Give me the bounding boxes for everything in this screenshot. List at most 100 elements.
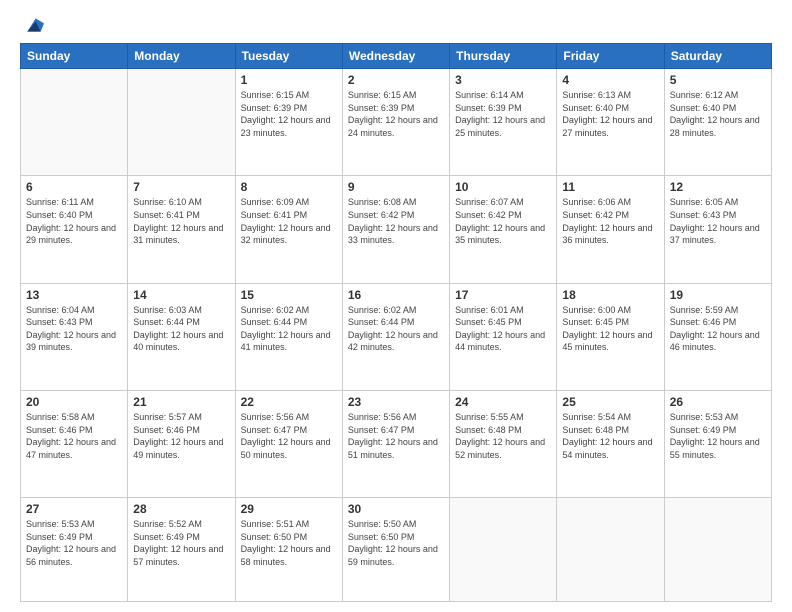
calendar-cell [557,498,664,602]
day-number: 13 [26,288,122,302]
day-info: Sunrise: 5:58 AMSunset: 6:46 PMDaylight:… [26,411,122,461]
day-number: 12 [670,180,766,194]
day-info: Sunrise: 5:56 AMSunset: 6:47 PMDaylight:… [348,411,444,461]
calendar-cell: 5 Sunrise: 6:12 AMSunset: 6:40 PMDaylight… [664,69,771,176]
calendar-cell: 24 Sunrise: 5:55 AMSunset: 6:48 PMDayligh… [450,390,557,497]
header [20,15,772,35]
logo-icon [24,15,44,35]
day-number: 23 [348,395,444,409]
calendar-week-1: 1Sunrise: 6:15 AMSunset: 6:39 PMDaylight… [21,69,772,176]
day-number: 28 [133,502,229,516]
calendar-header-row: SundayMondayTuesdayWednesdayThursdayFrid… [21,44,772,69]
day-info: Sunrise: 6:00 AMSunset: 6:45 PMDaylight:… [562,304,658,354]
calendar-week-2: 6 Sunrise: 6:11 AMSunset: 6:40 PMDaylight… [21,176,772,283]
day-info: Sunrise: 6:01 AMSunset: 6:45 PMDaylight:… [455,304,551,354]
day-info: Sunrise: 6:04 AMSunset: 6:43 PMDaylight:… [26,304,122,354]
calendar-week-5: 27 Sunrise: 5:53 AMSunset: 6:49 PMDayligh… [21,498,772,602]
page: SundayMondayTuesdayWednesdayThursdayFrid… [0,0,792,612]
day-number: 18 [562,288,658,302]
day-info: Sunrise: 6:15 AMSunset: 6:39 PMDaylight:… [348,89,444,139]
day-number: 21 [133,395,229,409]
day-info: Sunrise: 5:56 AMSunset: 6:47 PMDaylight:… [241,411,337,461]
calendar-cell: 15 Sunrise: 6:02 AMSunset: 6:44 PMDayligh… [235,283,342,390]
calendar-cell [128,69,235,176]
day-info: Sunrise: 5:50 AMSunset: 6:50 PMDaylight:… [348,518,444,568]
day-number: 20 [26,395,122,409]
day-info: Sunrise: 6:15 AMSunset: 6:39 PMDaylight:… [241,89,337,139]
day-number: 14 [133,288,229,302]
calendar-week-3: 13 Sunrise: 6:04 AMSunset: 6:43 PMDayligh… [21,283,772,390]
calendar-cell: 18 Sunrise: 6:00 AMSunset: 6:45 PMDayligh… [557,283,664,390]
day-number: 6 [26,180,122,194]
day-number: 22 [241,395,337,409]
calendar-cell [21,69,128,176]
calendar-cell: 21 Sunrise: 5:57 AMSunset: 6:46 PMDayligh… [128,390,235,497]
day-info: Sunrise: 6:02 AMSunset: 6:44 PMDaylight:… [241,304,337,354]
calendar-cell: 7 Sunrise: 6:10 AMSunset: 6:41 PMDaylight… [128,176,235,283]
day-info: Sunrise: 5:53 AMSunset: 6:49 PMDaylight:… [26,518,122,568]
calendar-cell: 25 Sunrise: 5:54 AMSunset: 6:48 PMDayligh… [557,390,664,497]
day-header-monday: Monday [128,44,235,69]
calendar-cell: 9 Sunrise: 6:08 AMSunset: 6:42 PMDaylight… [342,176,449,283]
day-header-sunday: Sunday [21,44,128,69]
day-number: 10 [455,180,551,194]
day-info: Sunrise: 6:13 AMSunset: 6:40 PMDaylight:… [562,89,658,139]
day-info: Sunrise: 6:11 AMSunset: 6:40 PMDaylight:… [26,196,122,246]
day-info: Sunrise: 5:52 AMSunset: 6:49 PMDaylight:… [133,518,229,568]
calendar-cell: 14 Sunrise: 6:03 AMSunset: 6:44 PMDayligh… [128,283,235,390]
calendar-cell: 10Sunrise: 6:07 AMSunset: 6:42 PMDayligh… [450,176,557,283]
day-number: 19 [670,288,766,302]
day-number: 30 [348,502,444,516]
day-number: 11 [562,180,658,194]
calendar-cell: 20 Sunrise: 5:58 AMSunset: 6:46 PMDayligh… [21,390,128,497]
calendar-cell: 8 Sunrise: 6:09 AMSunset: 6:41 PMDaylight… [235,176,342,283]
day-info: Sunrise: 5:55 AMSunset: 6:48 PMDaylight:… [455,411,551,461]
day-header-saturday: Saturday [664,44,771,69]
day-number: 8 [241,180,337,194]
calendar-cell: 19 Sunrise: 5:59 AMSunset: 6:46 PMDayligh… [664,283,771,390]
logo [20,15,44,35]
day-number: 27 [26,502,122,516]
calendar-cell: 26Sunrise: 5:53 AMSunset: 6:49 PMDayligh… [664,390,771,497]
calendar-cell: 28 Sunrise: 5:52 AMSunset: 6:49 PMDayligh… [128,498,235,602]
calendar-cell: 29 Sunrise: 5:51 AMSunset: 6:50 PMDayligh… [235,498,342,602]
day-info: Sunrise: 6:10 AMSunset: 6:41 PMDaylight:… [133,196,229,246]
day-number: 16 [348,288,444,302]
calendar-cell [664,498,771,602]
calendar-cell: 3 Sunrise: 6:14 AMSunset: 6:39 PMDaylight… [450,69,557,176]
day-header-wednesday: Wednesday [342,44,449,69]
day-info: Sunrise: 5:59 AMSunset: 6:46 PMDaylight:… [670,304,766,354]
day-number: 29 [241,502,337,516]
day-info: Sunrise: 6:06 AMSunset: 6:42 PMDaylight:… [562,196,658,246]
day-info: Sunrise: 5:54 AMSunset: 6:48 PMDaylight:… [562,411,658,461]
calendar-cell: 2Sunrise: 6:15 AMSunset: 6:39 PMDaylight… [342,69,449,176]
day-number: 25 [562,395,658,409]
calendar-cell: 12 Sunrise: 6:05 AMSunset: 6:43 PMDayligh… [664,176,771,283]
day-number: 26 [670,395,766,409]
day-info: Sunrise: 6:03 AMSunset: 6:44 PMDaylight:… [133,304,229,354]
calendar-cell: 27 Sunrise: 5:53 AMSunset: 6:49 PMDayligh… [21,498,128,602]
day-number: 17 [455,288,551,302]
day-info: Sunrise: 5:57 AMSunset: 6:46 PMDaylight:… [133,411,229,461]
calendar-week-4: 20 Sunrise: 5:58 AMSunset: 6:46 PMDayligh… [21,390,772,497]
day-number: 5 [670,73,766,87]
calendar-cell: 11 Sunrise: 6:06 AMSunset: 6:42 PMDayligh… [557,176,664,283]
day-number: 24 [455,395,551,409]
day-header-friday: Friday [557,44,664,69]
day-number: 9 [348,180,444,194]
day-info: Sunrise: 6:12 AMSunset: 6:40 PMDaylight:… [670,89,766,139]
day-info: Sunrise: 6:09 AMSunset: 6:41 PMDaylight:… [241,196,337,246]
calendar-cell: 4 Sunrise: 6:13 AMSunset: 6:40 PMDaylight… [557,69,664,176]
calendar-cell: 16 Sunrise: 6:02 AMSunset: 6:44 PMDayligh… [342,283,449,390]
day-info: Sunrise: 6:08 AMSunset: 6:42 PMDaylight:… [348,196,444,246]
day-number: 15 [241,288,337,302]
day-number: 4 [562,73,658,87]
day-number: 7 [133,180,229,194]
day-info: Sunrise: 5:51 AMSunset: 6:50 PMDaylight:… [241,518,337,568]
day-info: Sunrise: 6:05 AMSunset: 6:43 PMDaylight:… [670,196,766,246]
calendar-cell: 17 Sunrise: 6:01 AMSunset: 6:45 PMDayligh… [450,283,557,390]
day-info: Sunrise: 6:02 AMSunset: 6:44 PMDaylight:… [348,304,444,354]
day-info: Sunrise: 6:14 AMSunset: 6:39 PMDaylight:… [455,89,551,139]
calendar-cell: 23 Sunrise: 5:56 AMSunset: 6:47 PMDayligh… [342,390,449,497]
day-number: 3 [455,73,551,87]
